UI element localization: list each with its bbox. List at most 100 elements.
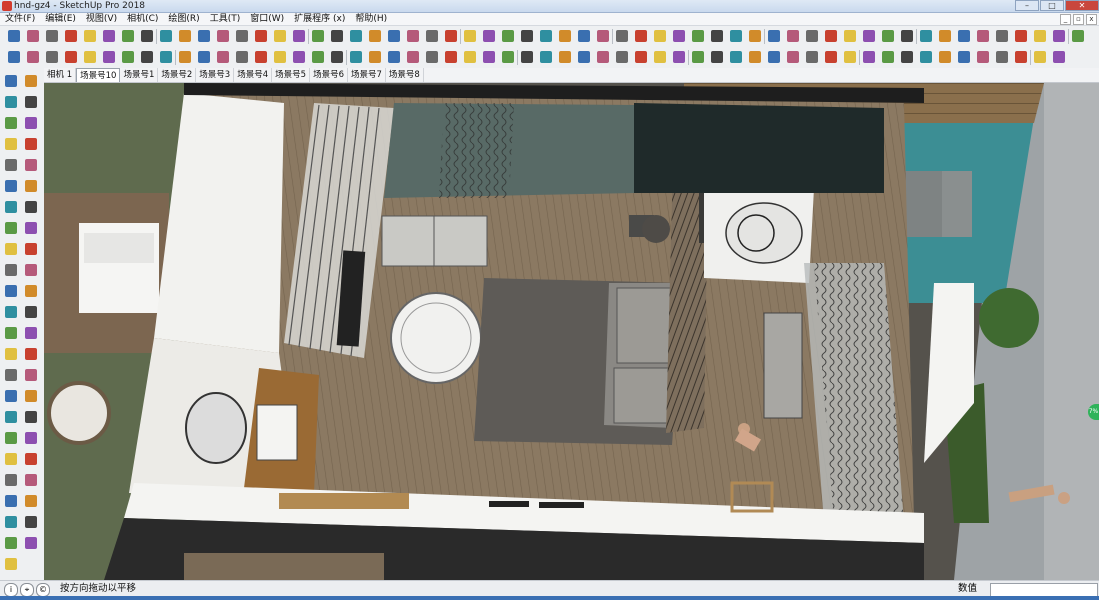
front-view-icon[interactable] bbox=[443, 28, 459, 44]
outer-shell-icon[interactable] bbox=[291, 49, 307, 65]
export-icon[interactable] bbox=[975, 49, 991, 65]
shadow-icon[interactable] bbox=[804, 28, 820, 44]
menu-tools[interactable]: 工具(T) bbox=[205, 13, 246, 25]
scale-icon[interactable] bbox=[3, 220, 19, 236]
scene-tab-scene-1[interactable]: 场景号1 bbox=[120, 68, 159, 82]
close-icon[interactable] bbox=[1051, 49, 1067, 65]
xray-icon[interactable] bbox=[519, 28, 535, 44]
minimize-button[interactable]: – bbox=[1015, 0, 1039, 11]
text-icon[interactable] bbox=[215, 28, 231, 44]
tape-measure-icon[interactable] bbox=[196, 28, 212, 44]
warehouse-icon[interactable] bbox=[367, 28, 383, 44]
warehouse-icon[interactable] bbox=[23, 493, 39, 509]
3d-text-icon[interactable] bbox=[23, 283, 39, 299]
house-icon[interactable] bbox=[880, 28, 896, 44]
roof-icon[interactable] bbox=[728, 49, 744, 65]
fog-icon[interactable] bbox=[3, 472, 19, 488]
push-pull-icon[interactable] bbox=[23, 178, 39, 194]
photo-icon[interactable] bbox=[23, 535, 39, 551]
pan-icon[interactable] bbox=[291, 28, 307, 44]
select-icon[interactable] bbox=[6, 49, 22, 65]
menu-edit[interactable]: 编辑(E) bbox=[40, 13, 81, 25]
layers-icon[interactable] bbox=[899, 28, 915, 44]
from-scratch-icon[interactable] bbox=[633, 49, 649, 65]
freehand-icon[interactable] bbox=[23, 157, 39, 173]
wall-icon[interactable] bbox=[747, 49, 763, 65]
walk-icon[interactable] bbox=[747, 28, 763, 44]
follow-me-icon[interactable] bbox=[633, 28, 649, 44]
add-detail-icon[interactable] bbox=[576, 49, 592, 65]
light-icon[interactable] bbox=[1013, 49, 1029, 65]
fillet-icon[interactable] bbox=[424, 49, 440, 65]
position-camera-icon[interactable] bbox=[728, 28, 744, 44]
monochrome-icon[interactable] bbox=[614, 28, 630, 44]
fog-icon[interactable] bbox=[823, 28, 839, 44]
shaded-icon[interactable] bbox=[576, 28, 592, 44]
protractor-icon[interactable] bbox=[690, 28, 706, 44]
section-icon[interactable] bbox=[3, 388, 19, 404]
grass-icon[interactable] bbox=[937, 49, 953, 65]
furniture-icon[interactable] bbox=[842, 49, 858, 65]
section-icon[interactable] bbox=[652, 28, 668, 44]
flip-icon[interactable] bbox=[310, 49, 326, 65]
push-pull-icon[interactable] bbox=[101, 28, 117, 44]
styles-icon[interactable] bbox=[918, 28, 934, 44]
left-view-icon[interactable] bbox=[500, 28, 516, 44]
make-component-icon[interactable] bbox=[23, 73, 39, 89]
slab-icon[interactable] bbox=[804, 49, 820, 65]
scene-icon[interactable] bbox=[3, 451, 19, 467]
extension-icon[interactable] bbox=[3, 514, 19, 530]
offset-icon[interactable] bbox=[177, 28, 193, 44]
scene-tab-scene-6[interactable]: 场景号6 bbox=[310, 68, 348, 82]
offset-icon[interactable] bbox=[158, 49, 174, 65]
orbit-icon[interactable] bbox=[3, 304, 19, 320]
home-icon[interactable] bbox=[861, 28, 877, 44]
doc-close-button[interactable]: x bbox=[1086, 14, 1097, 25]
help-icon[interactable] bbox=[1070, 28, 1086, 44]
rectangle-icon[interactable] bbox=[82, 49, 98, 65]
drape-icon[interactable] bbox=[519, 49, 535, 65]
polygon-icon[interactable] bbox=[3, 157, 19, 173]
offset-icon[interactable] bbox=[23, 220, 39, 236]
move-icon[interactable] bbox=[120, 28, 136, 44]
geo-icon[interactable] bbox=[937, 28, 953, 44]
loft-icon[interactable] bbox=[462, 49, 478, 65]
measurements-input[interactable] bbox=[990, 583, 1098, 597]
stair-icon[interactable] bbox=[709, 49, 725, 65]
outliner-icon[interactable] bbox=[975, 28, 991, 44]
close-button[interactable]: ✕ bbox=[1065, 0, 1099, 11]
freehand-icon[interactable] bbox=[63, 49, 79, 65]
camera-icon[interactable] bbox=[1032, 49, 1048, 65]
match-photo-icon[interactable] bbox=[842, 28, 858, 44]
stamp-icon[interactable] bbox=[538, 49, 554, 65]
materials-icon[interactable] bbox=[3, 430, 19, 446]
circle-icon[interactable] bbox=[101, 49, 117, 65]
component-icon[interactable] bbox=[348, 28, 364, 44]
rotate-icon[interactable] bbox=[139, 28, 155, 44]
layers-icon[interactable] bbox=[23, 430, 39, 446]
geo-location-icon[interactable] bbox=[3, 493, 19, 509]
paint-can-icon[interactable] bbox=[3, 556, 19, 572]
look-around-icon[interactable] bbox=[766, 28, 782, 44]
select-icon[interactable] bbox=[3, 73, 19, 89]
shadows-icon[interactable] bbox=[23, 451, 39, 467]
railing-icon[interactable] bbox=[823, 49, 839, 65]
arc-icon[interactable] bbox=[23, 136, 39, 152]
axes-icon[interactable] bbox=[3, 283, 19, 299]
right-view-icon[interactable] bbox=[462, 28, 478, 44]
info-icon[interactable]: i bbox=[4, 583, 18, 597]
line-icon[interactable] bbox=[23, 115, 39, 131]
pan-icon[interactable] bbox=[23, 304, 39, 320]
plant-icon[interactable] bbox=[880, 49, 896, 65]
paint-icon[interactable] bbox=[3, 94, 19, 110]
walk-icon[interactable] bbox=[3, 367, 19, 383]
select-icon[interactable] bbox=[6, 28, 22, 44]
trim-icon[interactable] bbox=[253, 49, 269, 65]
extrude-icon[interactable] bbox=[443, 49, 459, 65]
entity-info-icon[interactable] bbox=[1013, 28, 1029, 44]
rectangle-icon[interactable] bbox=[3, 115, 19, 131]
arc-icon[interactable] bbox=[44, 49, 60, 65]
menu-draw[interactable]: 绘图(R) bbox=[163, 13, 204, 25]
circle-icon[interactable] bbox=[3, 136, 19, 152]
car-icon[interactable] bbox=[918, 49, 934, 65]
